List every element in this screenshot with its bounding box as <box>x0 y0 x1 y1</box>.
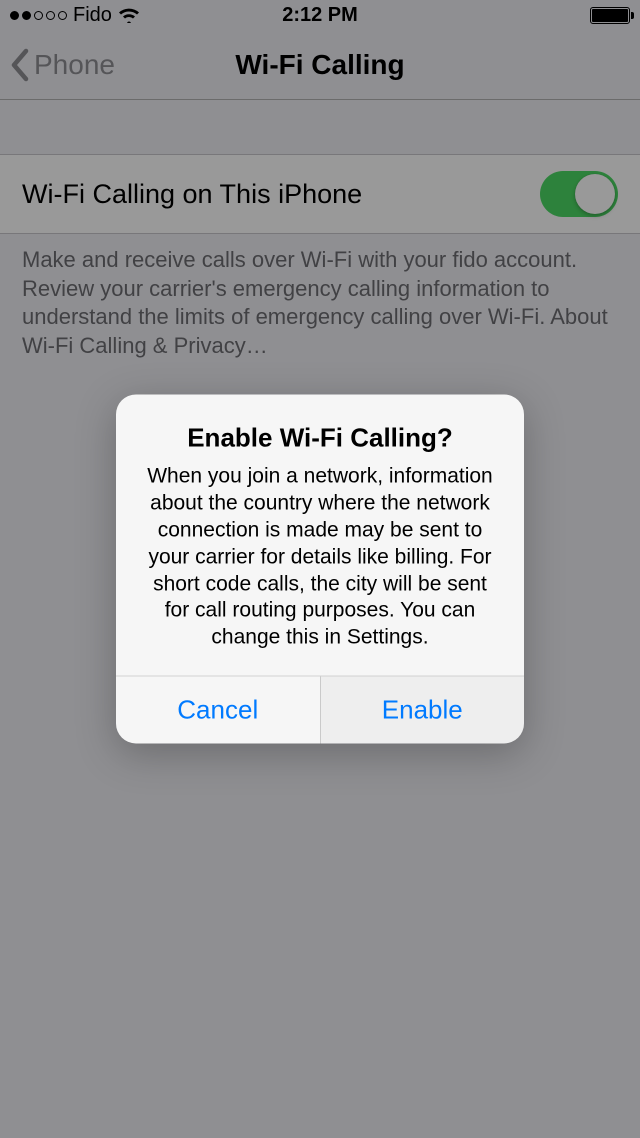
alert-body: Enable Wi-Fi Calling? When you join a ne… <box>116 394 524 675</box>
enable-wifi-calling-alert: Enable Wi-Fi Calling? When you join a ne… <box>116 394 524 743</box>
enable-button[interactable]: Enable <box>320 677 525 744</box>
settings-screen: Fido 2:12 PM Phone Wi-Fi Calling Wi-Fi C… <box>0 0 640 1138</box>
alert-title: Enable Wi-Fi Calling? <box>138 422 502 453</box>
cancel-button[interactable]: Cancel <box>116 677 320 744</box>
alert-message: When you join a network, information abo… <box>138 463 502 651</box>
alert-buttons: Cancel Enable <box>116 676 524 744</box>
